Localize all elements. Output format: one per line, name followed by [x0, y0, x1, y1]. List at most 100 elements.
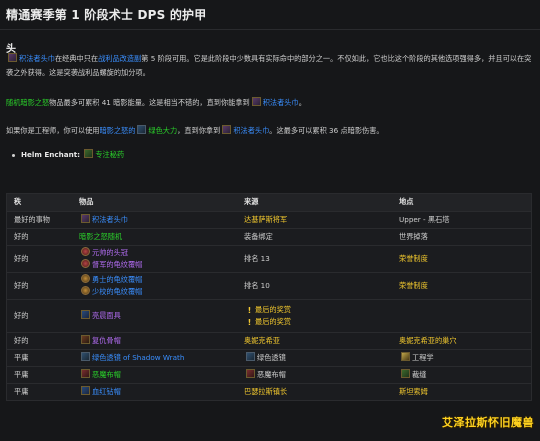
raid-link[interactable]: 战利品改造副: [98, 54, 141, 63]
cell-rank: 平庸: [7, 365, 72, 383]
source-link[interactable]: 最后的奖赏: [255, 305, 291, 314]
cell-rank: 好的: [7, 298, 72, 332]
location-text: 奥妮克希亚的巢穴: [399, 335, 457, 345]
source-entry: 奥妮克希亚: [244, 335, 392, 347]
item-link[interactable]: 亮晨面具: [92, 311, 121, 320]
item-link[interactable]: 暗影之怒随机: [79, 232, 122, 241]
table-header-row: 秩 物品 来源 地点: [7, 194, 531, 211]
item-link[interactable]: 暗影之怒的: [99, 126, 135, 135]
enchant-label: Helm Enchant:: [21, 150, 81, 159]
enchant-link[interactable]: 专注秘药: [95, 150, 124, 159]
source-link[interactable]: 奥妮克希亚: [244, 336, 280, 345]
source-link[interactable]: 排名 13: [244, 254, 270, 263]
col-source: 来源: [237, 194, 392, 211]
item-link[interactable]: 少校的龟纹覆帽: [92, 287, 142, 296]
item-link[interactable]: 督军的龟纹覆帽: [92, 260, 142, 269]
item-link[interactable]: 绿色透镜 of Shadow Wrath: [92, 353, 184, 362]
item-link[interactable]: 血红钻帽: [92, 387, 121, 396]
location-text: 世界掉落: [399, 231, 428, 241]
col-location: 地点: [392, 194, 531, 211]
source-stack: ! 最后的奖赏! 最后的奖赏: [244, 304, 392, 328]
cell-rank: 好的: [7, 271, 72, 299]
item-icon: [246, 351, 255, 361]
item-link[interactable]: 随机暗影之怒: [6, 98, 49, 107]
source-link[interactable]: 绿色透镜: [257, 353, 286, 362]
cell-source: 巴瑟拉斯镇长: [237, 382, 392, 400]
cell-item: 积法者头巾: [72, 210, 237, 228]
cell-rank: 最好的事物: [7, 210, 72, 228]
item-entry: 血红钻帽: [79, 385, 237, 398]
cell-item: 亮晨面具: [72, 298, 237, 332]
location-text: 荣誉制度: [399, 280, 428, 290]
item-icon: [81, 385, 90, 395]
item-icon: [246, 368, 255, 378]
text: 。这最多可以累积 36 点暗影伤害。: [269, 126, 384, 135]
item-entry: 勇士的龟纹覆帽: [79, 273, 237, 286]
source-entry: 绿色透镜: [244, 351, 392, 364]
item-link[interactable]: 勇士的龟纹覆帽: [92, 275, 142, 284]
item-stack: 复仇骨帽: [79, 334, 237, 347]
goggles-icon: [137, 125, 147, 134]
cell-source: 达基萨斯将军: [237, 210, 392, 228]
item-icon: [401, 368, 410, 378]
source-stack: 巴瑟拉斯镇长: [244, 386, 392, 398]
item-link[interactable]: 积法者头巾: [92, 215, 128, 224]
exclamation-icon: !: [247, 305, 252, 315]
cap-icon: [222, 125, 232, 134]
source-entry: 装备绑定: [244, 231, 392, 243]
table-row: 平庸 绿色透镜 of Shadow Wrath 绿色透镜 工程学: [7, 348, 531, 366]
item-icon: [81, 309, 90, 319]
source-entry: 恶魔布帽: [244, 368, 392, 381]
third-paragraph: 如果你是工程师，你可以使用暗影之怒的 绿色大力，直到你拿到 积法者头巾。这最多可以累…: [6, 124, 534, 138]
text: 如果你是工程师，你可以使用: [6, 126, 100, 135]
item-link[interactable]: 绿色大力: [148, 126, 177, 135]
cell-item: 勇士的龟纹覆帽 少校的龟纹覆帽: [72, 271, 237, 299]
cell-rank: 好的: [7, 244, 72, 272]
location-text: 斯坦索姆: [399, 386, 428, 396]
location-text: 荣誉制度: [399, 253, 428, 263]
source-link[interactable]: 恶魔布帽: [257, 370, 286, 379]
source-stack: 排名 13: [244, 253, 392, 265]
item-icon: [81, 258, 90, 268]
exclamation-icon: !: [247, 317, 252, 327]
source-link[interactable]: 装备绑定: [244, 232, 273, 241]
source-link[interactable]: 达基萨斯将军: [244, 215, 287, 224]
cell-rank: 好的: [7, 331, 72, 349]
page-title: 精通赛季第 1 阶段术士 DPS 的护甲: [6, 8, 207, 22]
item-icon: [81, 273, 90, 283]
watermark-logo: 艾泽拉斯怀旧魔兽: [442, 416, 534, 429]
source-stack: 绿色透镜: [244, 351, 392, 364]
item-stack: 绿色透镜 of Shadow Wrath: [79, 351, 237, 364]
source-link[interactable]: 最后的奖赏: [255, 317, 291, 326]
cell-rank: 平庸: [7, 348, 72, 366]
item-stack: 元帅的头冠督军的龟纹覆帽: [79, 246, 237, 271]
cell-source: 恶魔布帽: [237, 365, 392, 383]
col-item: 物品: [72, 194, 237, 211]
item-link[interactable]: 积法者头巾: [233, 126, 269, 135]
source-stack: 排名 10: [244, 280, 392, 292]
item-entry: 亮晨面具: [79, 309, 237, 322]
table-row: 最好的事物 积法者头巾 达基萨斯将军 Upper - 黑石塔: [7, 210, 531, 228]
table-row: 好的 暗影之怒随机 装备绑定 世界掉落: [7, 227, 531, 245]
col-rank: 秩: [7, 194, 72, 211]
table-row: 平庸 恶魔布帽 恶魔布帽 裁缝: [7, 365, 531, 383]
cell-rank: 好的: [7, 227, 72, 245]
cell-location: 世界掉落: [392, 227, 531, 245]
item-icon: [81, 213, 90, 223]
intro-paragraph: 积法者头巾在经典中只在战利品改造副第 5 阶段可用。它是此阶段中少数具有实际命中…: [6, 52, 534, 80]
source-link[interactable]: 排名 10: [244, 281, 270, 290]
item-stack: 积法者头巾: [79, 213, 237, 226]
item-link[interactable]: 积法者头巾: [263, 98, 299, 107]
item-link[interactable]: 复仇骨帽: [92, 336, 121, 345]
item-link[interactable]: 恶魔布帽: [92, 370, 121, 379]
item-entry: 暗影之怒随机: [79, 231, 237, 243]
table-row: 好的 复仇骨帽 奥妮克希亚 奥妮克希亚的巢穴: [7, 331, 531, 349]
source-link[interactable]: 巴瑟拉斯镇长: [244, 387, 287, 396]
cap-icon: [8, 53, 17, 62]
item-link[interactable]: 积法者头巾: [19, 54, 55, 63]
source-entry: ! 最后的奖赏: [244, 304, 392, 316]
item-link[interactable]: 元帅的头冠: [92, 248, 128, 257]
cell-location: Upper - 黑石塔: [392, 210, 531, 228]
cell-item: 恶魔布帽: [72, 365, 237, 383]
source-stack: 达基萨斯将军: [244, 214, 392, 226]
